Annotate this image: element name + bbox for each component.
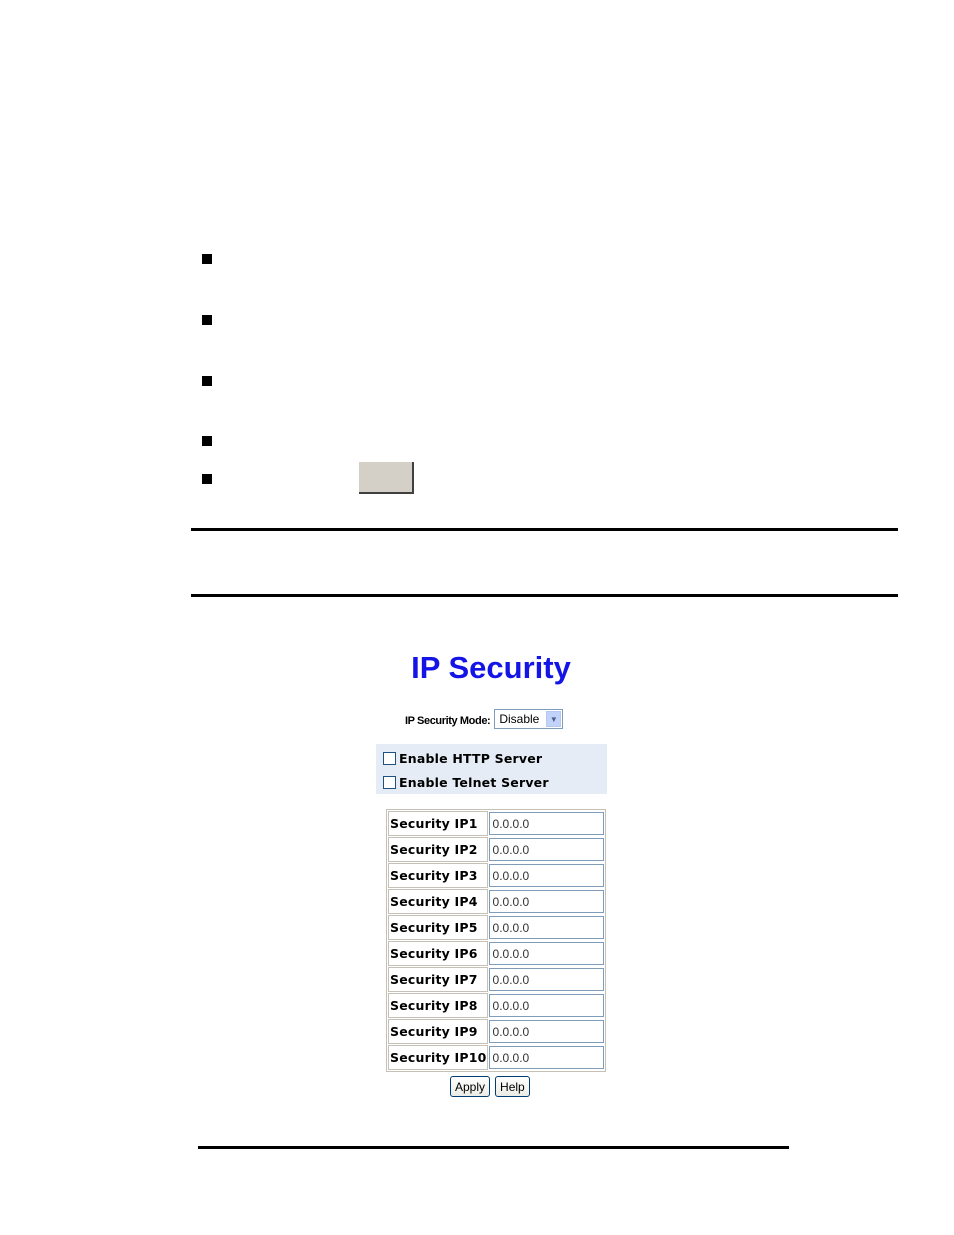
footer-rule (198, 1146, 789, 1149)
table-row: Security IP5 (388, 915, 604, 940)
inline-gray-button[interactable] (359, 462, 414, 494)
table-row: Security IP6 (388, 941, 604, 966)
enable-http-server-row[interactable]: Enable HTTP Server (383, 748, 542, 768)
security-ip-label: Security IP1 (388, 811, 488, 836)
security-ip-label: Security IP7 (388, 967, 488, 992)
security-ip-label: Security IP2 (388, 837, 488, 862)
security-ip-input[interactable] (488, 968, 604, 991)
chevron-down-icon[interactable]: ▼ (546, 711, 562, 727)
security-ip-input[interactable] (488, 994, 604, 1017)
security-ip-input[interactable] (488, 812, 604, 835)
bullet-icon (202, 436, 212, 446)
section-rule-top (191, 528, 898, 531)
security-ip-label: Security IP8 (388, 993, 488, 1018)
security-ip-label: Security IP6 (388, 941, 488, 966)
enable-http-server-label: Enable HTTP Server (399, 750, 543, 766)
ip-security-mode-value: Disable (499, 712, 540, 726)
ip-security-mode-row: IP Security Mode: Disable ▼ (405, 708, 564, 730)
security-ip-label: Security IP3 (388, 863, 488, 888)
security-ip-input[interactable] (488, 1020, 604, 1043)
security-ip-input[interactable] (488, 916, 604, 939)
security-ip-input[interactable] (488, 1046, 604, 1069)
table-row: Security IP7 (388, 967, 604, 992)
security-ip-table: Security IP1 Security IP2 Security IP3 S… (386, 809, 606, 1072)
enable-http-server-checkbox[interactable] (383, 751, 396, 765)
table-row: Security IP10 (388, 1045, 604, 1070)
enable-telnet-server-row[interactable]: Enable Telnet Server (383, 772, 549, 792)
security-ip-label: Security IP4 (388, 889, 488, 914)
table-row: Security IP2 (388, 837, 604, 862)
security-ip-label: Security IP5 (388, 915, 488, 940)
ip-security-mode-label: IP Security Mode: (405, 714, 491, 727)
security-ip-input[interactable] (488, 838, 604, 861)
security-ip-label: Security IP9 (388, 1019, 488, 1044)
bullet-icon (202, 474, 212, 484)
security-ip-input[interactable] (488, 890, 604, 913)
security-ip-input[interactable] (488, 864, 604, 887)
panel-title: IP Security (411, 650, 571, 685)
enable-telnet-server-label: Enable Telnet Server (399, 774, 549, 790)
services-box: Enable HTTP Server Enable Telnet Server (376, 744, 607, 794)
table-row: Security IP1 (388, 811, 604, 836)
table-row: Security IP3 (388, 863, 604, 888)
security-ip-label: Security IP10 (388, 1045, 488, 1070)
table-row: Security IP4 (388, 889, 604, 914)
apply-button[interactable]: Apply (450, 1076, 491, 1097)
bullet-icon (202, 376, 212, 386)
security-ip-input[interactable] (488, 942, 604, 965)
table-row: Security IP9 (388, 1019, 604, 1044)
enable-telnet-server-checkbox[interactable] (383, 775, 396, 789)
form-actions: Apply Help (450, 1076, 530, 1097)
help-button[interactable]: Help (495, 1076, 530, 1097)
table-row: Security IP8 (388, 993, 604, 1018)
section-rule-bottom (191, 594, 898, 597)
bullet-icon (202, 254, 212, 264)
ip-security-mode-select[interactable]: Disable ▼ (494, 709, 564, 729)
bullet-icon (202, 315, 212, 325)
